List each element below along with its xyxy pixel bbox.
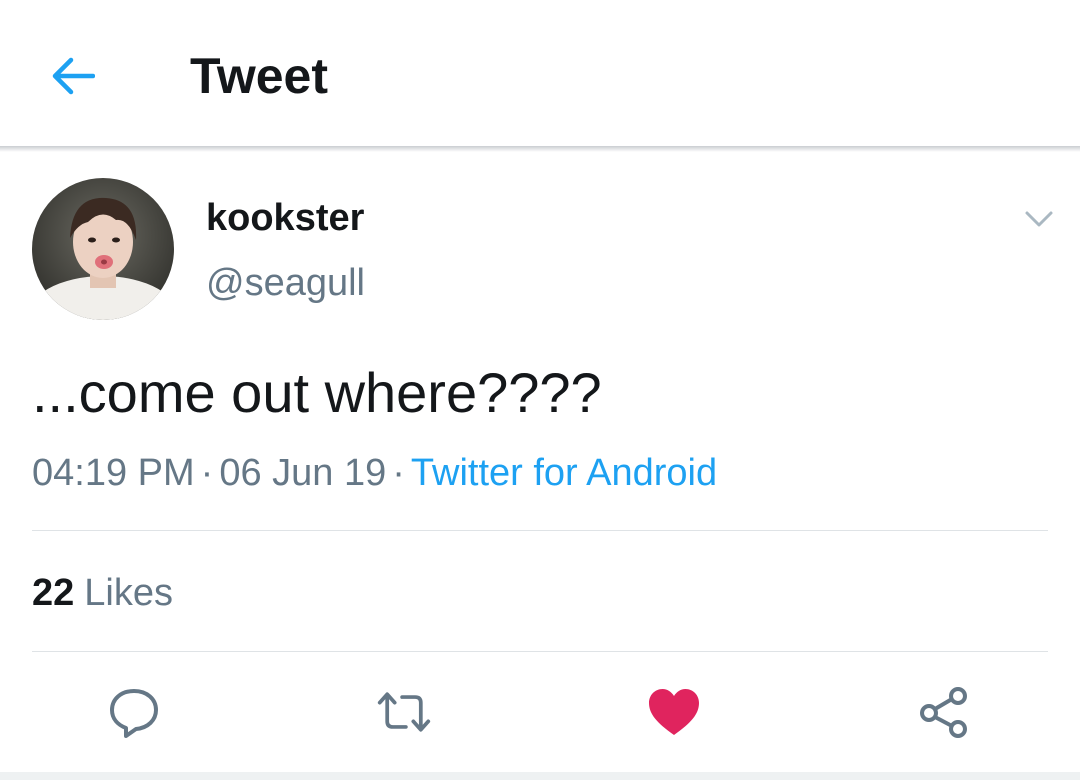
comment-icon [110,689,158,738]
chevron-down-icon [1025,211,1053,227]
likes-label: Likes [84,572,173,614]
author-display-name[interactable]: kookster [206,196,364,240]
likes-summary[interactable]: 22 Likes [32,570,173,616]
author-handle[interactable]: @seagull [206,260,365,306]
tweet-time: 04:19 PM [32,452,195,494]
meta-separator: · [200,452,214,494]
user-avatar-photo [32,178,174,320]
back-button[interactable] [44,48,100,104]
reply-button[interactable] [106,684,162,740]
bottom-edge [0,772,1080,780]
meta-separator: · [392,452,405,494]
tweet-options-button[interactable] [1018,198,1060,240]
tweet-source-link[interactable]: Twitter for Android [411,452,717,494]
retweet-icon [377,692,431,732]
share-button[interactable] [916,684,972,740]
avatar[interactable] [32,178,174,320]
likes-count: 22 [32,572,75,614]
tweet-meta: 04:19 PM · 06 Jun 19 · Twitter for Android [32,450,717,496]
page-title: Tweet [190,48,328,104]
divider [32,651,1048,652]
divider [32,530,1048,531]
retweet-button[interactable] [376,684,432,740]
header-divider [0,146,1080,152]
tweet-text: ...come out where???? [32,361,602,424]
heart-icon [649,689,699,735]
arrow-left-icon [52,57,95,95]
tweet-date: 06 Jun 19 [219,452,387,494]
like-button[interactable] [646,684,702,740]
share-icon [920,687,967,738]
app-header: Tweet [0,0,1080,148]
